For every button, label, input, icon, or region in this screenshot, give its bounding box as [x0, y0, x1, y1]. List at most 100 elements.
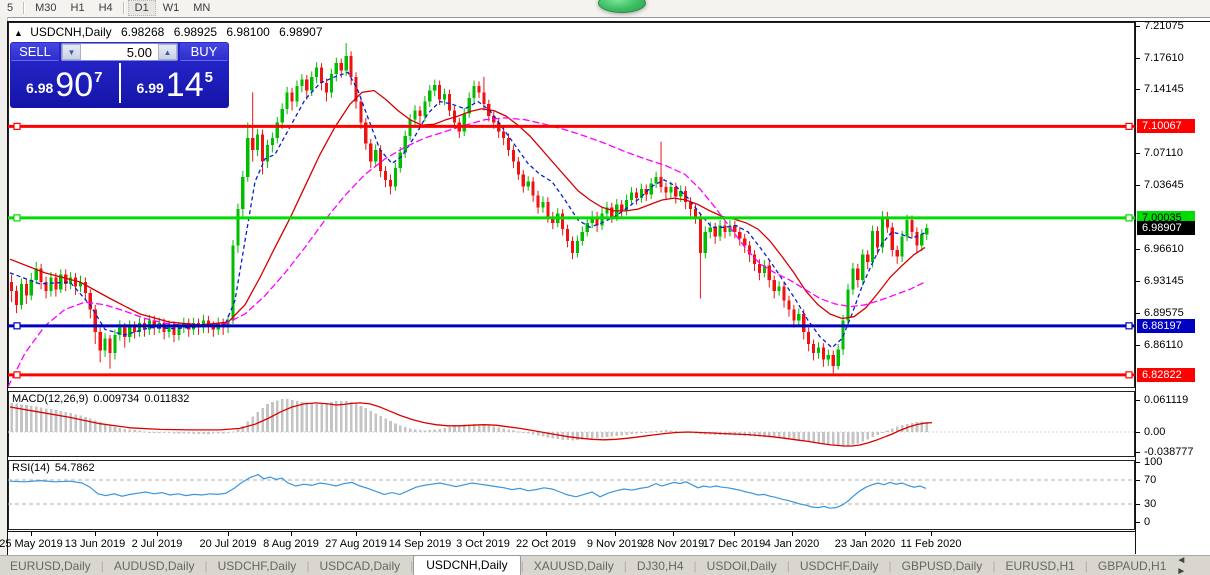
- time-axis-label: 20 Jul 2019: [200, 538, 257, 550]
- chart-tab-usdcnh-daily[interactable]: USDCNH,Daily: [413, 555, 520, 575]
- time-axis-label: 4 Jan 2020: [765, 538, 819, 550]
- rsi-value: 54.7862: [55, 462, 95, 474]
- chart-tab-gbpusd-daily[interactable]: GBPUSD,Daily: [892, 557, 993, 575]
- buy-price-small: 6.99: [137, 80, 164, 96]
- price-axis-tick: [1136, 185, 1140, 186]
- mac d-name: MACD(12,26,9): [12, 393, 88, 405]
- green-indicator: [598, 0, 646, 13]
- chart-tab-usdchf-daily[interactable]: USDCHF,Daily: [790, 557, 889, 575]
- macd-label: MACD(12,26,9)0.0097340.011832: [12, 393, 194, 405]
- price-axis-label: 70: [1144, 474, 1156, 486]
- timeframe-button-h4[interactable]: H4: [92, 0, 120, 16]
- volume-up-button[interactable]: ▲: [158, 44, 177, 60]
- time-axis-label: 27 Aug 2019: [325, 538, 387, 550]
- price-axis-tick: [1136, 432, 1140, 433]
- ohlc-open: 6.98268: [121, 25, 164, 39]
- rsi-name: RSI(14): [12, 462, 50, 474]
- time-axis-label: 3 Oct 2019: [456, 538, 510, 550]
- price-axis-label: 7.03645: [1144, 179, 1184, 191]
- time-axis[interactable]: 25 May 201913 Jun 20192 Jul 201920 Jul 2…: [8, 531, 1135, 555]
- timeframe-button-mn[interactable]: MN: [186, 0, 217, 16]
- ohlc-close: 6.98907: [279, 25, 322, 39]
- buy-price-big: 14: [166, 70, 204, 100]
- time-axis-tick: [228, 532, 229, 536]
- ohlc-high: 6.98925: [174, 25, 217, 39]
- price-axis-tick: [1136, 58, 1140, 59]
- price-axis-label: 7.21075: [1144, 20, 1184, 32]
- price-level-badge: 6.98907: [1137, 221, 1195, 235]
- time-axis-label: 13 Jun 2019: [65, 538, 126, 550]
- time-axis-tick: [931, 532, 932, 536]
- time-axis-label: 2 Jul 2019: [132, 538, 183, 550]
- timeframe-buttons: 5 M30H1H4 D1W1MN: [0, 0, 217, 16]
- price-axis-tick: [1136, 452, 1140, 453]
- tab-scroll-arrows[interactable]: ◄ ►: [1176, 555, 1206, 575]
- price-axis-tick: [1136, 504, 1140, 505]
- chart-tab-eurusd-daily[interactable]: EURUSD,Daily: [0, 557, 101, 575]
- price-axis-label: 6.89575: [1144, 307, 1184, 319]
- price-axis[interactable]: 7.210757.176107.141457.071107.036456.966…: [1135, 22, 1210, 554]
- price-axis-label: 0: [1144, 516, 1150, 528]
- line-handle: [1126, 123, 1132, 129]
- chart-tab-xauusd-daily[interactable]: XAUUSD,Daily: [524, 557, 624, 575]
- line-handle: [1126, 215, 1132, 221]
- time-axis-tick: [865, 532, 866, 536]
- volume-input[interactable]: [81, 44, 158, 60]
- buy-button[interactable]: BUY: [180, 43, 228, 61]
- price-axis-tick: [1136, 153, 1140, 154]
- sell-price[interactable]: 6.98907: [10, 63, 121, 103]
- chart-tab-audusd-daily[interactable]: AUDUSD,Daily: [104, 557, 205, 575]
- chart-tab-usdoil-daily[interactable]: USDOil,Daily: [697, 557, 787, 575]
- buy-price-sup: 5: [205, 69, 213, 86]
- rsi-label: RSI(14) 54.7862: [12, 462, 100, 474]
- price-axis-tick: [1136, 345, 1140, 346]
- toolbar-separator: [123, 2, 125, 14]
- line-handle: [14, 123, 20, 129]
- chart-tab-usdcad-daily[interactable]: USDCAD,Daily: [309, 557, 410, 575]
- line-handle: [14, 372, 20, 378]
- price-axis-tick: [1136, 480, 1140, 481]
- timeframe-button-d1[interactable]: D1: [128, 0, 156, 16]
- time-axis-tick: [546, 532, 547, 536]
- time-axis-label: 9 Nov 2019: [587, 538, 643, 550]
- price-axis-tick: [1136, 462, 1140, 463]
- sell-price-small: 6.98: [26, 80, 53, 96]
- price-level-badge: 6.82822: [1137, 368, 1195, 382]
- chart-tab-eurusd-h1[interactable]: EURUSD,H1: [995, 557, 1084, 575]
- price-axis-label: 6.96610: [1144, 243, 1184, 255]
- price-axis-tick: [1136, 522, 1140, 523]
- line-handle: [14, 215, 20, 221]
- time-axis-tick: [483, 532, 484, 536]
- buy-price[interactable]: 6.99145: [121, 63, 230, 103]
- macd-main-value: 0.009734: [93, 393, 139, 405]
- volume-down-button[interactable]: ▼: [62, 44, 81, 60]
- time-axis-label: 23 Jan 2020: [835, 538, 896, 550]
- line-handle: [1126, 323, 1132, 329]
- price-axis-tick: [1136, 26, 1140, 27]
- time-axis-label: 14 Sep 2019: [389, 538, 451, 550]
- time-axis-tick: [356, 532, 357, 536]
- line-handle: [14, 323, 20, 329]
- chart-tab-gbpaud-h1[interactable]: GBPAUD,H1: [1088, 557, 1176, 575]
- chart-tab-dj30-h4[interactable]: DJ30,H4: [627, 557, 694, 575]
- symbol-tab-bar: EURUSD,Daily|AUDUSD,Daily|USDCHF,Daily|U…: [0, 555, 1210, 575]
- timeframe-button-5[interactable]: 5: [0, 0, 20, 16]
- price-axis-label: 6.86110: [1144, 339, 1183, 351]
- sell-button[interactable]: SELL: [11, 43, 59, 61]
- time-axis-tick: [615, 532, 616, 536]
- ohlc-low: 6.98100: [226, 25, 269, 39]
- price-level-badge: 7.10067: [1137, 119, 1195, 133]
- price-axis-tick: [1136, 89, 1140, 90]
- timeframe-toolbar: 5 M30H1H4 D1W1MN: [0, 0, 1210, 18]
- rsi-panel-canvas[interactable]: [8, 460, 1135, 530]
- chart-title: ▲ USDCNH,Daily 6.98268 6.98925 6.98100 6…: [14, 25, 329, 39]
- timeframe-button-w1[interactable]: W1: [156, 0, 187, 16]
- price-axis-label: 7.17610: [1144, 52, 1184, 64]
- line-handle: [1126, 372, 1132, 378]
- symbol-marker-icon: ▲: [14, 28, 23, 38]
- chart-tab-usdchf-daily[interactable]: USDCHF,Daily: [208, 557, 307, 575]
- price-axis-tick: [1136, 249, 1140, 250]
- price-axis-tick: [1136, 313, 1140, 314]
- timeframe-button-m30[interactable]: M30: [28, 0, 63, 16]
- timeframe-button-h1[interactable]: H1: [64, 0, 92, 16]
